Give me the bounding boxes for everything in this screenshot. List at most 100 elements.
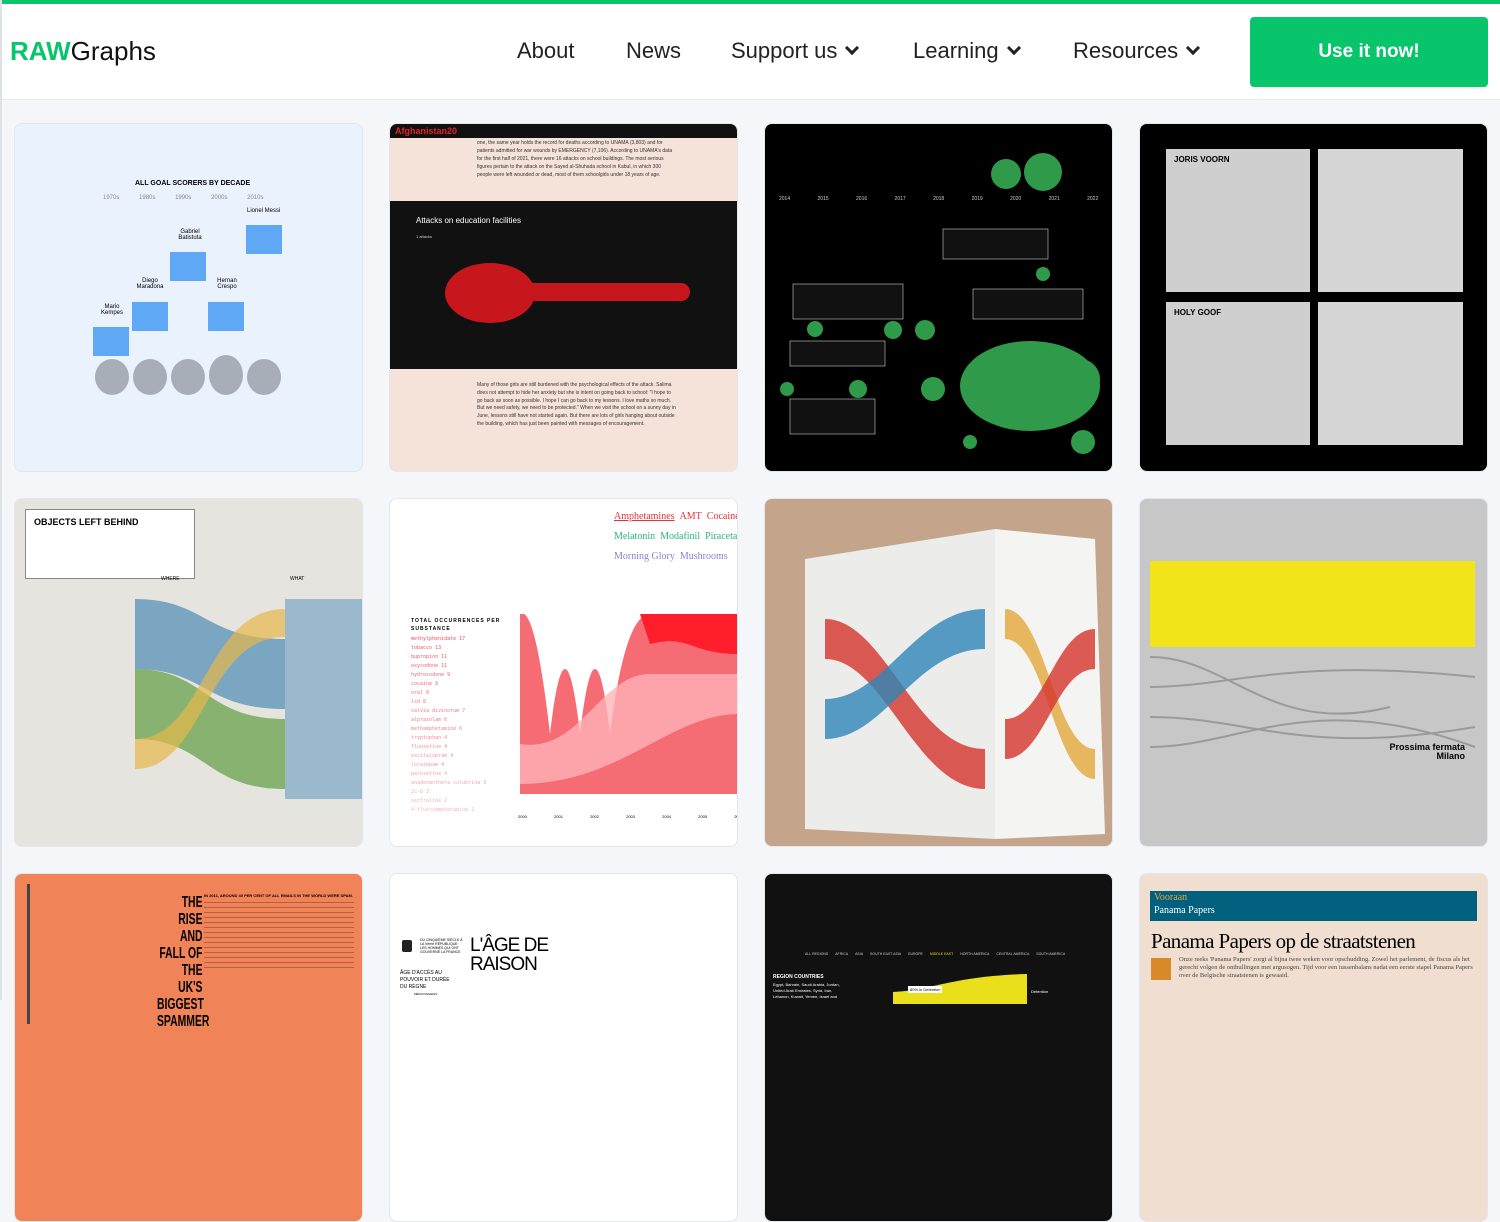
chevron-down-icon — [1186, 40, 1201, 56]
substance-item: oxycodone 11 — [411, 663, 448, 669]
body-text: Many of those girls are still burdened w… — [477, 382, 676, 427]
gallery-card-printed-book[interactable] — [764, 498, 1113, 847]
chevron-down-icon — [1006, 40, 1021, 56]
icon-grid — [1318, 149, 1463, 292]
substance-item: cocaine 8 — [411, 681, 439, 687]
substance-item: 2c-b 3 — [411, 789, 430, 795]
substance-item: methylphenidate 17 — [411, 636, 466, 642]
player-label: Hernan Crespo — [217, 278, 237, 290]
nav-learning[interactable]: Learning — [913, 38, 1021, 64]
chart-title: Attacks on education facilities — [416, 216, 521, 225]
book-photo — [805, 529, 1105, 839]
region-tab[interactable]: ASIA — [855, 952, 863, 956]
substance-item: sertraline 2 — [411, 798, 448, 804]
region-tab[interactable]: MIDDLE EAST — [930, 952, 953, 956]
spike — [27, 884, 30, 1024]
legend: 1 attacks — [416, 234, 433, 239]
gallery-card-objects-left-behind[interactable]: OBJECTS LEFT BEHIND WHERE WHAT — [14, 498, 363, 847]
substance-item: bupropion 11 — [411, 654, 448, 660]
tag[interactable]: Morning Glory — [614, 551, 675, 562]
gallery-card-satellites[interactable]: 2014 2015 2016 2017 2018 2019 2020 2021 … — [764, 123, 1113, 472]
tag[interactable]: Cocaine — [707, 511, 737, 522]
nav-label: Support us — [731, 38, 838, 63]
substance-item: escitalopram 4 — [411, 753, 454, 759]
substance-list: methylphenidate 17 tobacco 13 bupropion 11… — [411, 635, 486, 815]
region-tab[interactable]: CENTRAL AMERICA — [996, 952, 1029, 956]
logo[interactable]: RAWGraphs — [10, 36, 156, 67]
tag[interactable]: Melatonin — [614, 531, 655, 542]
subtitle: ÂGE D'ACCÈS AU POUVOIR ET DURÉE DU RÈGNE — [400, 970, 450, 990]
nav-label: Learning — [913, 38, 999, 63]
icon-grid — [1318, 302, 1463, 445]
region-tab[interactable]: SOUTH AMERICA — [1036, 952, 1065, 956]
substance-item: tobacco 13 — [411, 645, 442, 651]
tag[interactable]: Piracetam — [705, 531, 737, 542]
substance-tags: Amphetamines AMT Cocaine Melatonin Modaf… — [614, 507, 737, 567]
tag[interactable]: AMT — [680, 511, 702, 522]
lead: Onze reeks 'Panama Papers' zorgt al bijn… — [1179, 956, 1473, 979]
gallery-card-milano[interactable]: Prossima fermata Milano — [1139, 498, 1488, 847]
alluvial-flows — [135, 599, 362, 799]
legend: MÉROVINGIENS — [414, 992, 438, 996]
substance-item: methamphetamine 6 — [411, 726, 463, 732]
lead: IN 2011, AROUND 40 PER CENT OF ALL EMAIL… — [204, 893, 353, 898]
logo-text: Graphs — [70, 36, 156, 66]
player-label: Lionel Messi — [247, 208, 281, 214]
gallery-card-joris-voorn[interactable]: JORIS VOORN HOLY GOOF — [1139, 123, 1488, 472]
chart-title: OBJECTS LEFT BEHIND — [34, 517, 139, 527]
use-it-now-button[interactable]: Use it now! — [1250, 17, 1488, 87]
artist-label: HOLY GOOF — [1174, 308, 1222, 317]
satellite-clusters — [780, 153, 1100, 454]
player-label: Mario Kempes — [100, 304, 123, 316]
dot-clusters — [95, 355, 281, 395]
brand-label: Afghanistan20 — [395, 126, 458, 136]
gallery-card-spammer[interactable]: THE RISE AND FALL OF THE UK'S BIGGEST SP… — [14, 873, 363, 1222]
region-tabs: ALL REGIONS AFRICA ASIA SOUTH EAST ASIA EURO… — [805, 952, 1065, 956]
crown-icon — [402, 940, 412, 952]
streamgraph — [520, 614, 737, 794]
region-countries: Egypt, Bahrain, Saudi Arabia, Jordan, Un… — [773, 982, 840, 999]
region-tab[interactable]: AFRICA — [835, 952, 848, 956]
substance-item: oral 8 — [411, 690, 430, 696]
kicker: DU CINQUIÈME SIÈCLE À LA Vème RÉPUBLIQUE… — [420, 938, 463, 954]
tag[interactable]: Amphetamines — [614, 511, 675, 522]
player-label: Diego Maradona — [136, 278, 164, 290]
article-title: THE RISE AND FALL OF THE UK'S BIGGEST SP… — [157, 894, 210, 1030]
substance-item: tryptophan 4 — [411, 735, 448, 741]
substance-item: paroxetine 4 — [411, 771, 448, 777]
decade-labels: 1970s 1980s 1990s 2000s 2010s — [103, 195, 264, 201]
where-label: WHERE — [161, 576, 180, 582]
gallery-card-goal-scorers[interactable]: ALL GOAL SCORERS BY DECADE 1970s 1980s 1… — [14, 123, 363, 472]
region-tab[interactable]: ALL REGIONS — [805, 952, 828, 956]
beeswarm — [445, 263, 690, 323]
nav-label: About — [517, 38, 575, 63]
substance-item: lorazepam 4 — [411, 762, 445, 768]
nav-label: News — [626, 38, 682, 63]
nav-news[interactable]: News — [626, 38, 681, 64]
section: Panama Papers — [1154, 905, 1215, 916]
tag[interactable]: Mushrooms — [680, 551, 728, 562]
chart-panel: Attacks on education facilities 1 attack… — [390, 201, 737, 369]
player-photo — [246, 225, 282, 254]
gallery-card-substances[interactable]: Amphetamines AMT Cocaine Melatonin Modaf… — [389, 498, 738, 847]
tag[interactable]: Modafinil — [660, 531, 700, 542]
nav-resources[interactable]: Resources — [1073, 38, 1201, 64]
site-header: RAWGraphs About News Support us Learning… — [2, 4, 1500, 100]
region-tab[interactable]: NORTH AMERICA — [960, 952, 989, 956]
gallery-card-detention[interactable]: ALL REGIONS AFRICA ASIA SOUTH EAST ASIA EURO… — [764, 873, 1113, 1222]
nav-label: Resources — [1073, 38, 1179, 63]
substance-item: salvia divinorum 7 — [411, 708, 466, 714]
gallery-card-panama-papers[interactable]: Vooraan Panama Papers Panama Papers op d… — [1139, 873, 1488, 1222]
series-label: Detention — [1031, 989, 1049, 994]
substance-item: alprazolam 6 — [411, 717, 448, 723]
article-title: L'ÂGE DE RAISON — [470, 935, 549, 975]
gallery-card-afghanistan[interactable]: Afghanistan20 one, the same year holds t… — [389, 123, 738, 472]
substance-item: 4-fluoroamphetamine 2 — [411, 807, 475, 813]
section-banner: Vooraan Panama Papers — [1150, 891, 1477, 921]
region-tab[interactable]: EUROPE — [908, 952, 923, 956]
nav-about[interactable]: About — [517, 38, 575, 64]
region-tab[interactable]: SOUTH EAST ASIA — [870, 952, 901, 956]
substance-item: hydrocodone 9 — [411, 672, 451, 678]
gallery-card-age-de-raison[interactable]: DU CINQUIÈME SIÈCLE À LA Vème RÉPUBLIQUE… — [389, 873, 738, 1222]
nav-support-us[interactable]: Support us — [731, 38, 860, 64]
